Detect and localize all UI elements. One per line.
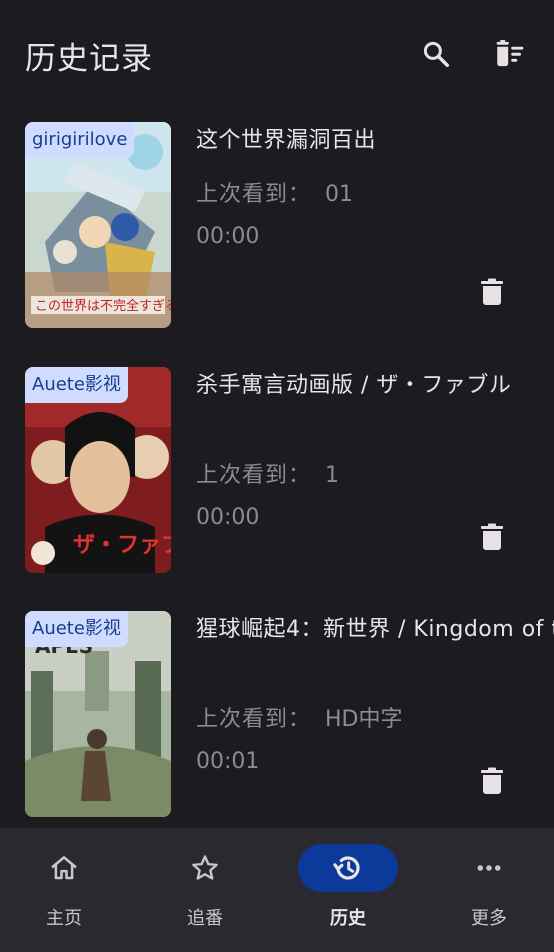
poster-thumbnail[interactable]: この世界は不完全すぎる girigirilove	[25, 122, 171, 328]
nav-item-history[interactable]: 历史	[279, 828, 417, 952]
progress-label: 上次看到：	[196, 707, 312, 732]
trash-icon	[481, 523, 503, 550]
delete-item-button[interactable]	[468, 757, 516, 805]
more-icon	[477, 865, 501, 871]
home-icon	[51, 856, 77, 880]
poster-thumbnail[interactable]: APES Auete影视	[25, 611, 171, 817]
nav-label: 追番	[187, 908, 223, 929]
search-icon	[423, 41, 449, 67]
item-title[interactable]: 杀手寓言动画版 / ザ・ファブル	[196, 367, 536, 405]
episode-value: 01	[325, 182, 354, 207]
progress-row: 上次看到： 01	[196, 176, 353, 208]
trash-icon	[481, 767, 503, 794]
page-title: 历史记录	[25, 40, 153, 77]
nav-indicator	[298, 844, 398, 892]
bottom-navigation: 主页 追番 历史 更多	[0, 828, 554, 952]
item-title[interactable]: 这个世界漏洞百出	[196, 122, 536, 160]
history-icon	[333, 856, 360, 880]
svg-text:この世界は不完全すぎる: この世界は不完全すぎる	[35, 298, 171, 314]
source-badge: Auete影视	[25, 611, 128, 647]
playback-time: 00:00	[196, 505, 260, 530]
nav-item-following[interactable]: 追番	[136, 828, 274, 952]
source-badge: girigirilove	[25, 122, 135, 158]
progress-label: 上次看到：	[196, 463, 312, 488]
clear-history-button[interactable]	[486, 30, 534, 78]
app-bar: 历史记录	[0, 0, 554, 112]
item-title[interactable]: 猩球崛起4：新世界 / Kingdom of the Planet of the	[196, 611, 554, 649]
delete-item-button[interactable]	[468, 268, 516, 316]
history-item[interactable]: APES Auete影视 猩球崛起4：新世界 / Kingdom of the …	[0, 601, 554, 821]
nav-label: 历史	[330, 908, 366, 929]
history-item[interactable]: ザ・ファブル Auete影视 杀手寓言动画版 / ザ・ファブル 上次看到： 1 0…	[0, 357, 554, 577]
trash-icon	[481, 278, 503, 305]
playback-time: 00:00	[196, 224, 260, 249]
delete-item-button[interactable]	[468, 513, 516, 561]
poster-thumbnail[interactable]: ザ・ファブル Auete影视	[25, 367, 171, 573]
episode-value: 1	[325, 463, 340, 488]
history-list[interactable]: この世界は不完全すぎる girigirilove 这个世界漏洞百出 上次看到： 0…	[0, 112, 554, 828]
progress-row: 上次看到： HD中字	[196, 701, 403, 733]
star-icon	[192, 855, 218, 880]
nav-indicator	[155, 844, 255, 892]
nav-item-home[interactable]: 主页	[0, 828, 133, 952]
nav-indicator	[14, 844, 114, 892]
search-button[interactable]	[412, 30, 460, 78]
history-item[interactable]: この世界は不完全すぎる girigirilove 这个世界漏洞百出 上次看到： 0…	[0, 112, 554, 332]
svg-text:ザ・ファブル: ザ・ファブル	[73, 532, 171, 558]
progress-row: 上次看到： 1	[196, 457, 339, 489]
source-badge: Auete影视	[25, 367, 128, 403]
nav-label: 主页	[46, 908, 82, 929]
episode-value: HD中字	[325, 707, 403, 732]
nav-indicator	[439, 844, 539, 892]
delete-sweep-icon	[496, 40, 524, 67]
nav-item-more[interactable]: 更多	[420, 828, 554, 952]
nav-label: 更多	[471, 908, 507, 929]
progress-label: 上次看到：	[196, 182, 312, 207]
playback-time: 00:01	[196, 749, 260, 774]
